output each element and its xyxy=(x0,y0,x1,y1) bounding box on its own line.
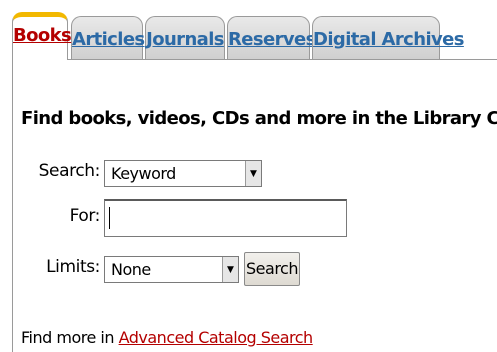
tab-articles[interactable]: Articles xyxy=(71,16,145,60)
section-heading: Find books, videos, CDs and more in the … xyxy=(21,108,497,129)
find-more-text: Find more in Advanced Catalog Search xyxy=(21,328,313,347)
limits-select[interactable]: None ▼ xyxy=(104,256,239,283)
search-type-select[interactable]: Keyword ▼ xyxy=(104,160,262,187)
search-type-value: Keyword xyxy=(111,164,176,183)
tab-reserves[interactable]: Reserves xyxy=(227,16,316,60)
content-top-border xyxy=(12,59,497,60)
tab-reserves-label: Reserves xyxy=(228,29,316,50)
for-label: For: xyxy=(69,206,101,226)
tab-digital-archives-label: Digital Archives xyxy=(313,29,464,50)
limits-label: Limits: xyxy=(46,257,100,277)
tab-journals[interactable]: Journals xyxy=(145,16,225,60)
search-input[interactable] xyxy=(104,199,347,237)
text-caret xyxy=(109,207,110,229)
tab-books[interactable]: Books xyxy=(12,12,72,60)
search-label: Search: xyxy=(38,161,101,181)
advanced-search-link[interactable]: Advanced Catalog Search xyxy=(119,328,314,347)
library-catalog-search-panel: Books Articles Journals Reserves Digital… xyxy=(0,0,497,352)
chevron-down-icon[interactable]: ▼ xyxy=(222,257,238,282)
tab-digital-archives[interactable]: Digital Archives xyxy=(312,16,464,60)
tab-books-label: Books xyxy=(13,25,72,46)
tab-articles-label: Articles xyxy=(72,29,145,50)
search-button[interactable]: Search xyxy=(244,252,300,286)
limits-value: None xyxy=(111,260,151,279)
find-more-prefix: Find more in xyxy=(21,328,119,347)
tab-bar: Books Articles Journals Reserves Digital… xyxy=(12,12,492,60)
chevron-down-icon[interactable]: ▼ xyxy=(245,161,261,186)
tab-journals-label: Journals xyxy=(146,29,224,50)
